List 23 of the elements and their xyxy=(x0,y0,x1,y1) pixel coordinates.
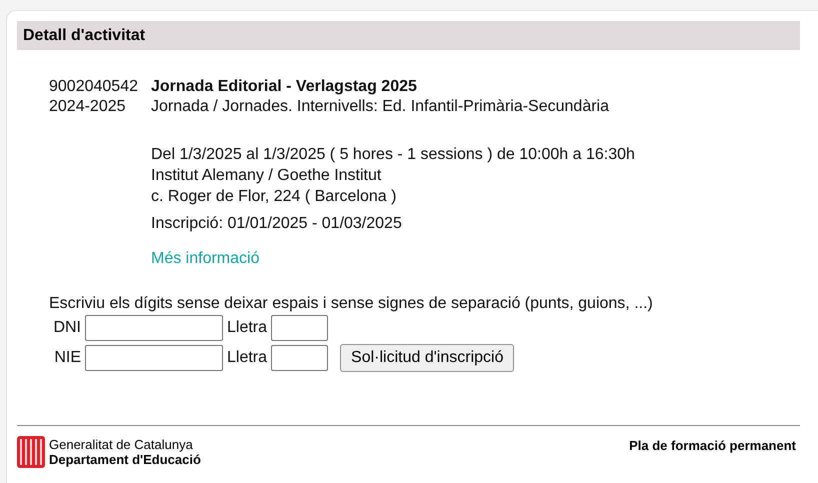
id-label: DNI xyxy=(52,319,81,337)
activity-code: 9002040542 xyxy=(49,77,139,97)
activity-type: Jornada / Jornades. Internivells: Ed. Infantil-Primària-Secundària xyxy=(151,97,610,117)
department-name: Departament d'Educació xyxy=(49,452,201,467)
organization-name: Generalitat de Catalunya xyxy=(49,437,194,452)
activity-address: c. Roger de Flor, 224 ( Barcelona ) xyxy=(151,187,398,207)
id-label: NIE xyxy=(53,349,81,367)
form-instructions: Escriviu els dígits sense deixar espais i sense signes de separació (punts, guions, ...) xyxy=(49,295,654,313)
activity-venue: Institut Alemany / Goethe Institut xyxy=(151,166,382,186)
activity-title: Jornada Editorial - Verlagstag 2025 xyxy=(151,77,418,97)
program-name: Pla de formació permanent xyxy=(629,438,796,455)
letter-field[interactable] xyxy=(271,315,328,341)
id-number-field[interactable] xyxy=(85,345,223,371)
panel-title: Detall d'activitat xyxy=(17,21,800,50)
activity-schedule: Del 1/3/2025 al 1/3/2025 ( 5 hores - 1 sessions ) de 10:00h a 16:30h xyxy=(151,145,636,165)
activity-year: 2024-2025 xyxy=(49,97,127,117)
enrollment-dates: Inscripció: 01/01/2025 - 01/03/2025 xyxy=(151,214,403,234)
letter-label: Lletra xyxy=(227,319,268,337)
submit-button[interactable]: Sol·licitud d'inscripció xyxy=(340,344,514,372)
id-number-field[interactable] xyxy=(85,315,223,341)
letter-label: Lletra xyxy=(227,349,268,367)
striped-shield-icon xyxy=(17,436,45,468)
letter-field[interactable] xyxy=(271,345,328,371)
